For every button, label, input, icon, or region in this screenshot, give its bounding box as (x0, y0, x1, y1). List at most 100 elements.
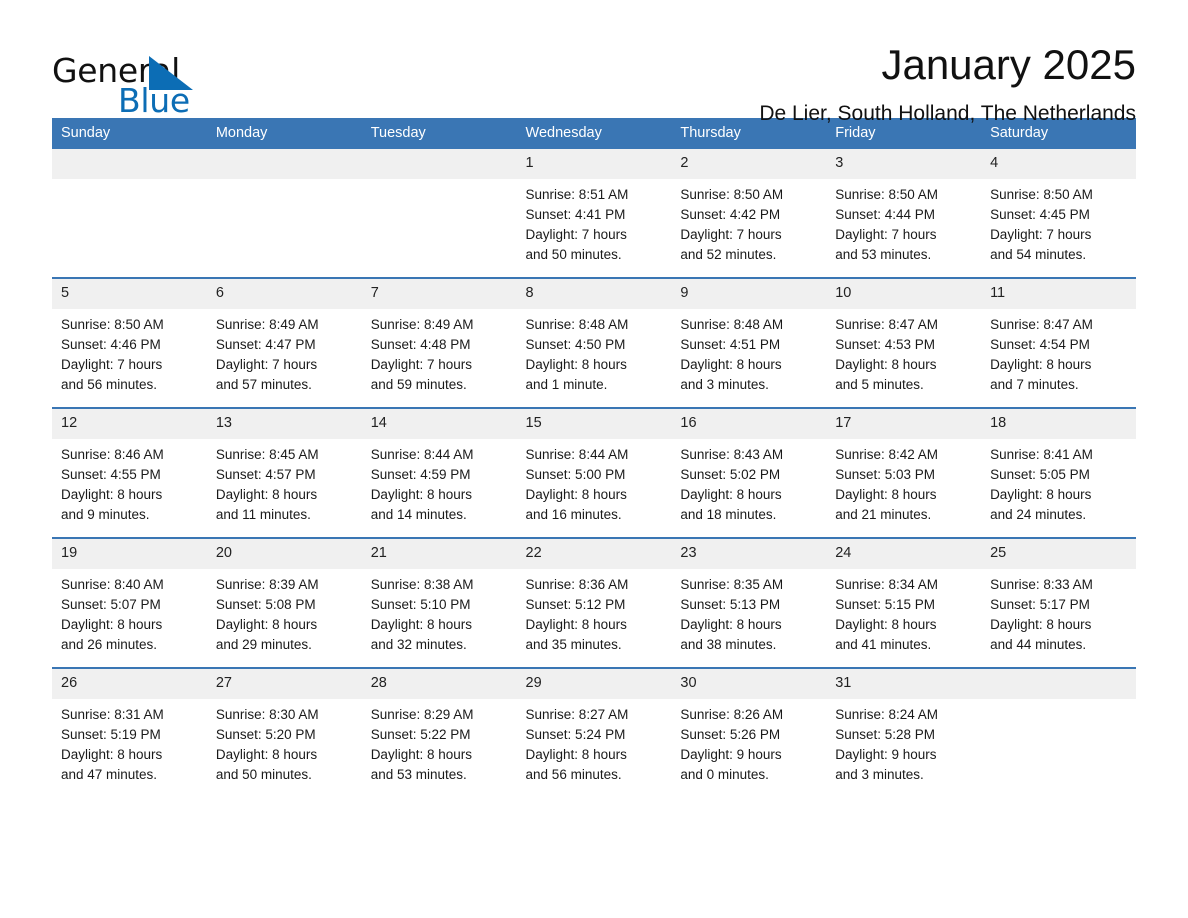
calendar-day-cell[interactable]: 9 Sunrise: 8:48 AM Sunset: 4:51 PM Daylight… (671, 277, 827, 408)
sunset-text: Sunset: 4:50 PM (525, 337, 626, 352)
daylight-text-line2: and 32 minutes. (370, 637, 467, 652)
daylight-text-line1: Daylight: 8 hours (215, 747, 318, 762)
sunrise-text: Sunrise: 8:47 AM (990, 317, 1093, 332)
sunrise-text: Sunrise: 8:36 AM (525, 577, 629, 592)
calendar-day-cell[interactable]: 3 Sunrise: 8:50 AM Sunset: 4:44 PM Daylight… (826, 149, 982, 278)
calendar-day-cell[interactable]: 10 Sunrise: 8:47 AM Sunset: 4:53 PM Dayligh… (826, 277, 982, 408)
sunset-text: Sunset: 4:53 PM (835, 337, 936, 352)
sunrise-text: Sunrise: 8:49 AM (215, 317, 319, 332)
day-details: Sunrise: 8:27 AM Sunset: 5:24 PM Daylight:… (517, 699, 672, 797)
calendar-day-cell[interactable]: 6 Sunrise: 8:49 AM Sunset: 4:47 PM Daylight… (206, 277, 362, 408)
sunrise-text: Sunrise: 8:29 AM (370, 707, 474, 722)
sunset-text: Sunset: 5:05 PM (990, 467, 1090, 482)
calendar-day-cell[interactable]: 23 Sunrise: 8:35 AM Sunset: 5:13 PM Dayligh… (671, 537, 827, 668)
page-title: January 2025 (881, 41, 1136, 88)
page-header: General Blue January 2025 De Lier, South… (52, 0, 1136, 126)
daylight-text-line1: Daylight: 9 hours (835, 747, 937, 762)
sunset-text: Sunset: 5:08 PM (215, 597, 316, 612)
sunset-text: Sunset: 5:20 PM (215, 727, 316, 742)
day-number: 28 (361, 669, 517, 699)
calendar-day-cell[interactable]: 27 Sunrise: 8:30 AM Sunset: 5:20 PM Dayligh… (206, 667, 362, 797)
calendar-day-cell[interactable]: 20 Sunrise: 8:39 AM Sunset: 5:08 PM Dayligh… (206, 537, 362, 668)
daylight-text-line1: Daylight: 8 hours (835, 357, 937, 372)
sunrise-text: Sunrise: 8:49 AM (370, 317, 474, 332)
calendar-day-cell[interactable]: 29 Sunrise: 8:27 AM Sunset: 5:24 PM Dayligh… (516, 667, 672, 797)
day-number: 16 (671, 409, 827, 439)
calendar-day-cell[interactable]: 21 Sunrise: 8:38 AM Sunset: 5:10 PM Dayligh… (361, 537, 517, 668)
sunset-text: Sunset: 4:45 PM (990, 207, 1090, 222)
daylight-text-line1: Daylight: 8 hours (525, 357, 627, 372)
calendar-day-cell-empty (52, 149, 207, 278)
calendar-day-cell[interactable]: 1 Sunrise: 8:51 AM Sunset: 4:41 PM Daylight… (516, 149, 672, 278)
day-number: 8 (516, 279, 672, 309)
sunset-text: Sunset: 4:41 PM (525, 207, 626, 222)
daylight-text-line1: Daylight: 8 hours (835, 487, 937, 502)
sunset-text: Sunset: 4:44 PM (835, 207, 936, 222)
calendar-day-cell[interactable]: 19 Sunrise: 8:40 AM Sunset: 5:07 PM Dayligh… (52, 537, 207, 668)
day-details (362, 179, 517, 277)
sunset-text: Sunset: 5:22 PM (370, 727, 471, 742)
calendar-day-cell[interactable]: 18 Sunrise: 8:41 AM Sunset: 5:05 PM Dayligh… (981, 407, 1136, 538)
daylight-text-line2: and 11 minutes. (215, 507, 311, 522)
sunset-text: Sunset: 5:15 PM (835, 597, 936, 612)
day-details: Sunrise: 8:38 AM Sunset: 5:10 PM Daylight:… (362, 569, 517, 667)
calendar-day-cell[interactable]: 30 Sunrise: 8:26 AM Sunset: 5:26 PM Dayligh… (671, 667, 827, 797)
calendar-day-cell[interactable]: 13 Sunrise: 8:45 AM Sunset: 4:57 PM Dayligh… (206, 407, 362, 538)
calendar-day-cell[interactable]: 17 Sunrise: 8:42 AM Sunset: 5:03 PM Dayligh… (826, 407, 982, 538)
day-number: 31 (826, 669, 982, 699)
calendar-day-cell[interactable]: 2 Sunrise: 8:50 AM Sunset: 4:42 PM Daylight… (671, 149, 827, 278)
day-details: Sunrise: 8:47 AM Sunset: 4:53 PM Daylight:… (826, 309, 981, 407)
day-number: 1 (516, 149, 672, 179)
general-blue-logo[interactable]: General Blue (52, 42, 232, 122)
daylight-text-line1: Daylight: 7 hours (680, 227, 782, 242)
sunrise-text: Sunrise: 8:50 AM (990, 187, 1093, 202)
daylight-text-line1: Daylight: 8 hours (680, 617, 782, 632)
calendar-day-cell[interactable]: 16 Sunrise: 8:43 AM Sunset: 5:02 PM Dayligh… (671, 407, 827, 538)
calendar-day-cell[interactable]: 14 Sunrise: 8:44 AM Sunset: 4:59 PM Dayligh… (361, 407, 517, 538)
calendar-day-cell[interactable]: 22 Sunrise: 8:36 AM Sunset: 5:12 PM Dayligh… (516, 537, 672, 668)
calendar-day-cell-empty (981, 667, 1136, 797)
day-details: Sunrise: 8:35 AM Sunset: 5:13 PM Daylight:… (671, 569, 826, 667)
day-number: 6 (206, 279, 362, 309)
calendar-day-cell[interactable]: 7 Sunrise: 8:49 AM Sunset: 4:48 PM Daylight… (361, 277, 517, 408)
sunrise-text: Sunrise: 8:50 AM (61, 317, 164, 332)
calendar-day-cell[interactable]: 31 Sunrise: 8:24 AM Sunset: 5:28 PM Dayligh… (826, 667, 982, 797)
sunset-text: Sunset: 4:57 PM (215, 467, 316, 482)
calendar-day-cell[interactable]: 15 Sunrise: 8:44 AM Sunset: 5:00 PM Dayligh… (516, 407, 672, 538)
calendar-day-cell[interactable]: 11 Sunrise: 8:47 AM Sunset: 4:54 PM Dayligh… (981, 277, 1136, 408)
day-details: Sunrise: 8:49 AM Sunset: 4:47 PM Daylight:… (207, 309, 362, 407)
calendar-day-cell-empty (206, 149, 362, 278)
day-number: 30 (671, 669, 827, 699)
daylight-text-line2: and 21 minutes. (835, 507, 932, 522)
day-details: Sunrise: 8:47 AM Sunset: 4:54 PM Daylight:… (981, 309, 1136, 407)
daylight-text-line1: Daylight: 8 hours (215, 617, 318, 632)
day-details: Sunrise: 8:46 AM Sunset: 4:55 PM Daylight:… (52, 439, 207, 537)
calendar-day-cell[interactable]: 28 Sunrise: 8:29 AM Sunset: 5:22 PM Dayligh… (361, 667, 517, 797)
sunrise-text: Sunrise: 8:48 AM (525, 317, 629, 332)
calendar-day-cell[interactable]: 8 Sunrise: 8:48 AM Sunset: 4:50 PM Daylight… (516, 277, 672, 408)
calendar-day-cell[interactable]: 24 Sunrise: 8:34 AM Sunset: 5:15 PM Dayligh… (826, 537, 982, 668)
calendar-day-cell[interactable]: 12 Sunrise: 8:46 AM Sunset: 4:55 PM Dayligh… (52, 407, 207, 538)
sunset-text: Sunset: 5:12 PM (525, 597, 626, 612)
day-details: Sunrise: 8:50 AM Sunset: 4:42 PM Daylight:… (671, 179, 826, 277)
daylight-text-line2: and 9 minutes. (61, 507, 150, 522)
calendar-day-cell[interactable]: 26 Sunrise: 8:31 AM Sunset: 5:19 PM Dayligh… (52, 667, 207, 797)
daylight-text-line2: and 53 minutes. (835, 247, 932, 262)
daylight-text-line1: Daylight: 7 hours (990, 227, 1092, 242)
day-number: 10 (826, 279, 982, 309)
daylight-text-line2: and 5 minutes. (835, 377, 924, 392)
daylight-text-line2: and 35 minutes. (525, 637, 622, 652)
calendar-week-row: 12 Sunrise: 8:46 AM Sunset: 4:55 PM Dayligh… (52, 407, 1136, 538)
day-number: 22 (516, 539, 672, 569)
daylight-text-line1: Daylight: 7 hours (835, 227, 937, 242)
sunset-text: Sunset: 4:59 PM (370, 467, 471, 482)
calendar-day-cell[interactable]: 5 Sunrise: 8:50 AM Sunset: 4:46 PM Daylight… (52, 277, 207, 408)
day-details: Sunrise: 8:45 AM Sunset: 4:57 PM Daylight:… (207, 439, 362, 537)
daylight-text-line1: Daylight: 8 hours (525, 617, 627, 632)
calendar-day-cell[interactable]: 25 Sunrise: 8:33 AM Sunset: 5:17 PM Dayligh… (981, 537, 1136, 668)
daylight-text-line1: Daylight: 7 hours (370, 357, 472, 372)
sunset-text: Sunset: 4:54 PM (990, 337, 1090, 352)
calendar-day-cell[interactable]: 4 Sunrise: 8:50 AM Sunset: 4:45 PM Daylight… (981, 149, 1136, 278)
sunset-text: Sunset: 4:46 PM (61, 337, 161, 352)
sunrise-text: Sunrise: 8:44 AM (370, 447, 474, 462)
